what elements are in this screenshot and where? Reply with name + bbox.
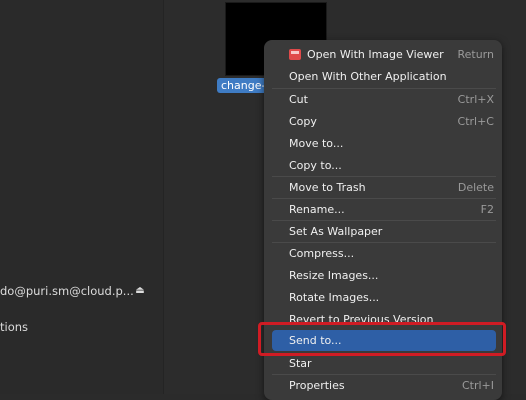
menu-item-resize-images[interactable]: Resize Images... [272,265,496,286]
menu-item-accelerator: Delete [457,181,494,194]
menu-item-label: Move to... [289,137,344,150]
file-name-label[interactable]: change- [217,78,270,93]
menu-item-label: Rotate Images... [289,291,380,304]
menu-item-label: Compress... [289,247,355,260]
menu-item-label: Revert to Previous Version [289,313,434,326]
sidebar-item-other-locations[interactable]: tions [0,320,28,334]
menu-item-label: Copy [289,115,317,128]
menu-item-compress[interactable]: Compress... [272,243,496,264]
eject-icon[interactable]: ⏏ [134,285,146,297]
menu-item-accelerator: F2 [480,203,494,216]
menu-item-label: Open With Image Viewer [307,48,444,61]
menu-item-accelerator: Return [457,48,494,61]
menu-item-label: Move to Trash [289,181,366,194]
sidebar-item-label: tions [0,320,29,334]
menu-item-move-to-trash[interactable]: Move to Trash Delete [272,177,496,198]
menu-item-revert-to-previous-version[interactable]: Revert to Previous Version [272,309,496,330]
menu-item-rotate-images[interactable]: Rotate Images... [272,287,496,308]
sidebar-item-cloud-account[interactable]: do@puri.sm@cloud.p... [0,284,134,298]
menu-item-set-as-wallpaper[interactable]: Set As Wallpaper [272,221,496,242]
menu-item-label: Resize Images... [289,269,379,282]
menu-item-star[interactable]: Star [272,353,496,374]
menu-item-accelerator: Ctrl+X [457,93,494,106]
menu-item-properties[interactable]: Properties Ctrl+I [272,375,496,396]
menu-item-cut[interactable]: Cut Ctrl+X [272,89,496,110]
menu-item-rename[interactable]: Rename... F2 [272,199,496,220]
menu-item-send-to[interactable]: Send to... [272,330,496,351]
menu-item-label: Set As Wallpaper [289,225,383,238]
menu-item-label: Send to... [289,334,342,347]
menu-item-label: Cut [289,93,308,106]
menu-item-label: Properties [289,379,345,392]
menu-item-copy[interactable]: Copy Ctrl+C [272,111,496,132]
menu-item-accelerator: Ctrl+C [457,115,494,128]
context-menu: Open With Image Viewer Return Open With … [264,40,502,400]
menu-item-label: Open With Other Application [289,70,447,83]
menu-item-label: Rename... [289,203,345,216]
sidebar-item-label: do@puri.sm@cloud.p... [0,284,134,298]
menu-item-move-to[interactable]: Move to... [272,133,496,154]
menu-item-label: Copy to... [289,159,342,172]
menu-item-accelerator: Ctrl+I [461,379,494,392]
menu-item-open-with-other-application[interactable]: Open With Other Application [272,66,496,87]
menu-item-open-with-image-viewer[interactable]: Open With Image Viewer Return [272,44,496,65]
menu-item-label: Star [289,357,312,370]
image-viewer-icon [289,49,301,60]
menu-item-copy-to[interactable]: Copy to... [272,155,496,176]
sidebar: do@puri.sm@cloud.p... ⏏ tions [0,0,164,394]
